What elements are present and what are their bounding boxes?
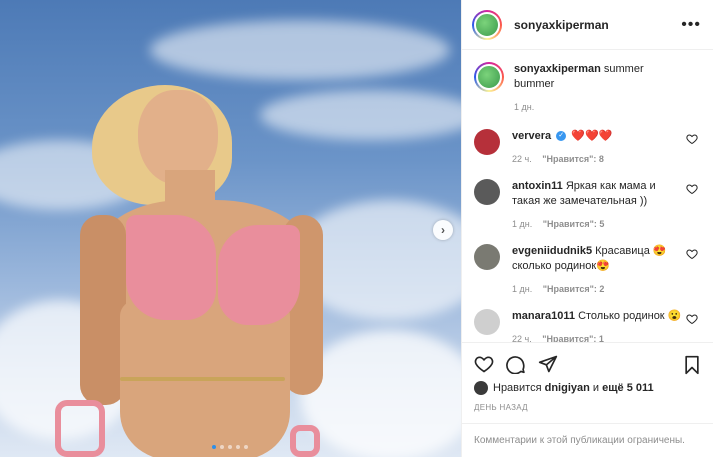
- comment-icon[interactable]: [506, 354, 526, 374]
- commenter-avatar[interactable]: [474, 244, 500, 270]
- carousel-dot: [244, 445, 248, 449]
- carousel-dot: [212, 445, 216, 449]
- comments-limited-notice: Комментарии к этой публикации ограничены…: [462, 423, 713, 457]
- verified-icon: ✓: [556, 131, 567, 142]
- bookmark-icon[interactable]: [682, 355, 702, 375]
- liker-avatar[interactable]: [474, 381, 488, 395]
- author-avatar[interactable]: [472, 9, 502, 40]
- commenter-avatar[interactable]: [474, 129, 500, 155]
- comment-username[interactable]: ververa: [512, 130, 551, 142]
- comment-time: 22 ч.: [512, 334, 532, 342]
- comment-text: ❤️❤️❤️: [571, 130, 613, 142]
- more-icon[interactable]: •••: [681, 16, 701, 34]
- comment-time: 22 ч.: [512, 154, 532, 164]
- comment-item: evgeniidudnik5 Красавица 😍 сколько родин…: [474, 244, 702, 297]
- comment-likes[interactable]: "Нравится": 5: [543, 219, 605, 229]
- comment-item: manara1011 Столько родинок 😮 22 ч. "Нрав…: [474, 309, 702, 342]
- share-icon[interactable]: [538, 354, 558, 374]
- post-sidebar: sonyaxkiperman ••• sonyaxkiperman summer…: [461, 0, 713, 457]
- comment-item: ververa ✓ ❤️❤️❤️ 22 ч. "Нравится": 8: [474, 129, 702, 167]
- commenter-avatar[interactable]: [474, 179, 500, 205]
- heart-small-icon[interactable]: [686, 313, 698, 325]
- likes-others[interactable]: ещё 5 011: [602, 382, 654, 394]
- heart-small-icon[interactable]: [686, 248, 698, 260]
- heart-small-icon[interactable]: [686, 183, 698, 195]
- comment-likes[interactable]: "Нравится": 8: [542, 154, 604, 164]
- author-avatar[interactable]: [474, 62, 504, 92]
- comment-text: Столько родинок 😮: [578, 310, 682, 322]
- post-date[interactable]: ДЕНЬ НАЗАД: [474, 403, 702, 412]
- likes-summary[interactable]: Нравится dnigiyan и ещё 5 011: [474, 381, 702, 395]
- comment-time: 1 дн.: [512, 219, 533, 229]
- comment-item: antoxin11 Яркая как мама и такая же заме…: [474, 179, 702, 232]
- carousel-dot: [228, 445, 232, 449]
- post-photo[interactable]: ›: [0, 0, 461, 457]
- comment-username[interactable]: evgeniidudnik5: [512, 245, 592, 257]
- like-icon[interactable]: [474, 354, 494, 374]
- comment-username[interactable]: antoxin11: [512, 180, 563, 192]
- carousel-dot: [220, 445, 224, 449]
- caption: sonyaxkiperman summer bummer 1 дн.: [474, 62, 702, 115]
- carousel-dot: [236, 445, 240, 449]
- post-actions: Нравится dnigiyan и ещё 5 011 ДЕНЬ НАЗАД: [462, 342, 713, 412]
- heart-small-icon[interactable]: [686, 133, 698, 145]
- liker-username[interactable]: dnigiyan: [545, 382, 590, 394]
- next-arrow-icon: ›: [441, 223, 445, 237]
- carousel-indicator: [212, 445, 248, 449]
- comment-likes[interactable]: "Нравится": 2: [543, 284, 605, 294]
- post-header: sonyaxkiperman •••: [462, 0, 713, 50]
- next-photo-button[interactable]: ›: [433, 220, 453, 240]
- commenter-avatar[interactable]: [474, 309, 500, 335]
- comment-time: 1 дн.: [512, 284, 533, 294]
- likes-prefix: Нравится: [493, 382, 542, 394]
- comment-username[interactable]: manara1011: [512, 310, 575, 322]
- comments-list[interactable]: sonyaxkiperman summer bummer 1 дн. verve…: [462, 62, 713, 342]
- author-username[interactable]: sonyaxkiperman: [514, 18, 609, 32]
- comment-likes[interactable]: "Нравится": 1: [542, 334, 604, 342]
- likes-joiner: и: [592, 382, 600, 394]
- caption-time: 1 дн.: [514, 102, 535, 112]
- caption-username[interactable]: sonyaxkiperman: [514, 63, 601, 75]
